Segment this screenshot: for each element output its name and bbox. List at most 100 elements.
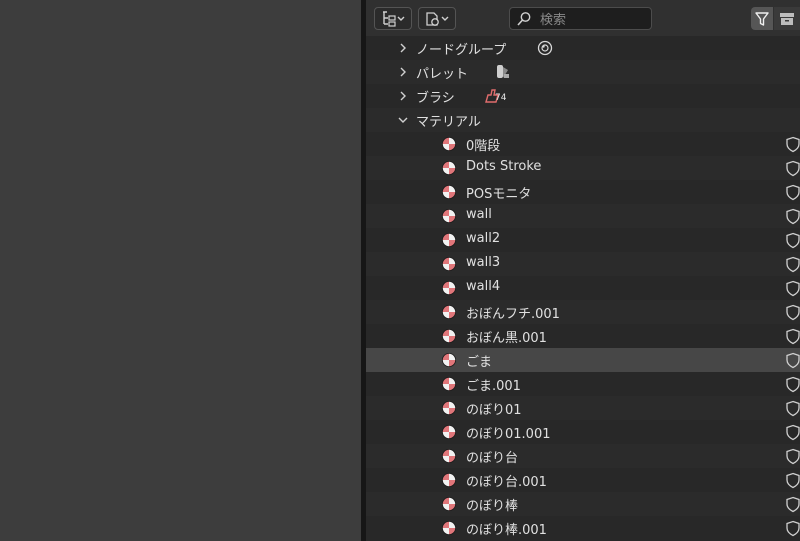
chevron-down-icon[interactable] xyxy=(397,114,409,126)
material-icon xyxy=(442,521,456,535)
category-label: ブラシ xyxy=(416,91,455,106)
outliner-panel: 検索 ノードグループ パレットブラシ 74 マテリアル 0階段 Dots Stroke PO… xyxy=(366,0,800,541)
material-row[interactable]: wall xyxy=(366,204,800,228)
material-row[interactable]: のぼり01 xyxy=(366,396,800,420)
material-icon xyxy=(442,329,456,343)
display-mode-dropdown[interactable] xyxy=(374,7,412,30)
fake-user-shield-icon[interactable] xyxy=(785,232,800,249)
material-icon xyxy=(442,473,456,487)
material-icon xyxy=(442,161,456,175)
material-label: 0階段 xyxy=(466,139,501,154)
fake-user-shield-icon[interactable] xyxy=(785,304,800,321)
material-label: のぼり棒 xyxy=(466,499,519,514)
filter-type-dropdown[interactable] xyxy=(418,7,456,30)
material-icon xyxy=(442,449,456,463)
material-label: wall3 xyxy=(466,255,501,270)
fake-user-shield-icon[interactable] xyxy=(785,424,800,441)
material-label: wall2 xyxy=(466,231,501,246)
fake-user-shield-icon[interactable] xyxy=(785,352,800,369)
material-row[interactable]: のぼり01.001 xyxy=(366,420,800,444)
material-label: wall4 xyxy=(466,279,501,294)
material-icon xyxy=(442,209,456,223)
material-icon xyxy=(442,353,456,367)
palette-icon-glyph xyxy=(497,65,509,78)
material-label: のぼり01 xyxy=(466,403,522,418)
material-icon xyxy=(442,257,456,271)
material-icon xyxy=(442,377,456,391)
category-label: パレット xyxy=(416,67,469,82)
material-label: Dots Stroke xyxy=(466,159,542,174)
material-label: ごま xyxy=(466,355,493,370)
outliner-category-row[interactable]: マテリアル xyxy=(366,108,800,132)
fake-user-shield-icon[interactable] xyxy=(785,208,800,225)
filter-button[interactable] xyxy=(751,7,773,30)
category-label: ノードグループ xyxy=(416,43,507,58)
material-label: wall xyxy=(466,207,492,222)
material-row[interactable]: wall2 xyxy=(366,228,800,252)
material-row[interactable]: ごま.001 xyxy=(366,372,800,396)
outliner-category-row[interactable]: ブラシ 74 xyxy=(366,84,800,108)
brush-count-badge: 74 xyxy=(495,93,507,103)
material-label: ごま.001 xyxy=(466,379,521,394)
outliner-category-row[interactable]: パレット xyxy=(366,60,800,84)
material-icon xyxy=(442,233,456,247)
material-row[interactable]: 0階段 xyxy=(366,132,800,156)
material-row[interactable]: Dots Stroke xyxy=(366,156,800,180)
node-group-icon-glyph xyxy=(537,40,553,56)
material-label: POSモニタ xyxy=(466,187,532,202)
material-label: おぼんフチ.001 xyxy=(466,307,560,322)
brush-icon: 74 xyxy=(483,87,509,105)
material-label: のぼり棒.001 xyxy=(466,523,547,538)
material-label: のぼり台 xyxy=(466,451,519,466)
material-row[interactable]: ごま xyxy=(366,348,800,372)
orphan-data-button[interactable] xyxy=(774,7,800,30)
fake-user-shield-icon[interactable] xyxy=(785,280,800,297)
material-label: おぼん黒.001 xyxy=(466,331,547,346)
fake-user-shield-icon[interactable] xyxy=(785,448,800,465)
chevron-right-icon[interactable] xyxy=(397,90,409,102)
material-row[interactable]: のぼり台.001 xyxy=(366,468,800,492)
search-icon xyxy=(517,11,531,26)
outliner-category-row[interactable]: ノードグループ xyxy=(366,36,800,60)
fake-user-shield-icon[interactable] xyxy=(785,376,800,393)
material-row[interactable]: wall4 xyxy=(366,276,800,300)
fake-user-shield-icon[interactable] xyxy=(785,520,800,537)
fake-user-shield-icon[interactable] xyxy=(785,184,800,201)
material-icon xyxy=(442,425,456,439)
fake-user-shield-icon[interactable] xyxy=(785,328,800,345)
outliner-tree: ノードグループ パレットブラシ 74 マテリアル 0階段 Dots Stroke POSモニ… xyxy=(366,36,800,540)
archive-icon xyxy=(780,12,794,25)
material-row[interactable]: おぼんフチ.001 xyxy=(366,300,800,324)
material-row[interactable]: wall3 xyxy=(366,252,800,276)
palette-icon xyxy=(494,63,512,81)
funnel-icon xyxy=(755,11,769,26)
chevron-right-icon[interactable] xyxy=(397,66,409,78)
material-row[interactable]: のぼり棒.001 xyxy=(366,516,800,540)
search-placeholder: 検索 xyxy=(540,13,567,28)
outliner-hierarchy-icon xyxy=(383,11,405,27)
fake-user-shield-icon[interactable] xyxy=(785,256,800,273)
outliner-header: 検索 xyxy=(366,0,800,36)
category-label: マテリアル xyxy=(416,115,481,130)
material-row[interactable]: のぼり棒 xyxy=(366,492,800,516)
node-group-icon xyxy=(536,39,554,57)
viewport-area[interactable] xyxy=(0,0,361,541)
fake-user-shield-icon[interactable] xyxy=(785,400,800,417)
material-icon xyxy=(442,497,456,511)
material-icon xyxy=(442,185,456,199)
fake-user-shield-icon[interactable] xyxy=(785,160,800,177)
material-row[interactable]: おぼん黒.001 xyxy=(366,324,800,348)
material-icon xyxy=(442,137,456,151)
material-icon xyxy=(442,305,456,319)
material-row[interactable]: のぼり台 xyxy=(366,444,800,468)
chevron-right-icon[interactable] xyxy=(397,42,409,54)
material-row[interactable]: POSモニタ xyxy=(366,180,800,204)
material-label: のぼり01.001 xyxy=(466,427,551,442)
search-input[interactable]: 検索 xyxy=(509,7,652,30)
material-icon xyxy=(442,281,456,295)
fake-user-shield-icon[interactable] xyxy=(785,472,800,489)
material-icon xyxy=(442,401,456,415)
blend-file-icon xyxy=(426,12,449,26)
fake-user-shield-icon[interactable] xyxy=(785,136,800,153)
fake-user-shield-icon[interactable] xyxy=(785,496,800,513)
